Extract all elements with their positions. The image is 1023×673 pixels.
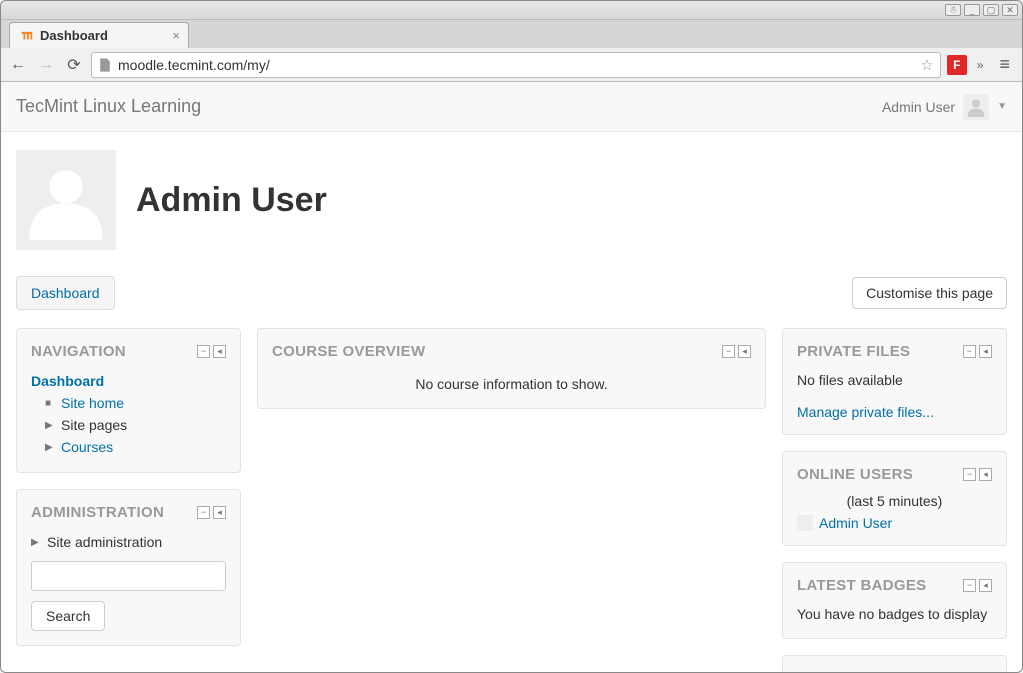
profile-avatar bbox=[16, 150, 116, 250]
private-files-title: PRIVATE FILES bbox=[797, 343, 910, 360]
admin-search-input[interactable] bbox=[31, 561, 226, 591]
admin-site-administration[interactable]: ▶Site administration bbox=[31, 531, 226, 553]
page-title: Admin User bbox=[136, 181, 327, 220]
nav-site-pages[interactable]: ▶Site pages bbox=[31, 414, 226, 436]
latest-badges-title: LATEST BADGES bbox=[797, 577, 926, 594]
calendar-title: CALENDAR bbox=[797, 670, 884, 672]
expand-icon: ▶ bbox=[31, 537, 41, 548]
url-input[interactable] bbox=[118, 57, 914, 73]
expand-icon: ▶ bbox=[45, 442, 55, 453]
manage-private-files-link[interactable]: Manage private files... bbox=[797, 404, 934, 420]
customise-page-button[interactable]: Customise this page bbox=[852, 277, 1007, 309]
navigation-block: NAVIGATION − ◂ Dashboard ■Site home ▶Sit… bbox=[16, 328, 241, 473]
page-header: Admin User bbox=[1, 132, 1022, 276]
avatar-icon bbox=[797, 515, 813, 531]
site-topnav: TecMint Linux Learning Admin User ▼ bbox=[1, 82, 1022, 132]
administration-block-title: ADMINISTRATION bbox=[31, 504, 164, 521]
url-field[interactable]: ☆ bbox=[91, 52, 941, 78]
private-files-block: PRIVATE FILES − ◂ No files available Man… bbox=[782, 328, 1007, 435]
block-dock-icon[interactable]: ◂ bbox=[738, 345, 751, 358]
user-menu-name: Admin User bbox=[882, 99, 955, 115]
latest-badges-block: LATEST BADGES − ◂ You have no badges to … bbox=[782, 562, 1007, 639]
block-hide-icon[interactable]: − bbox=[963, 579, 976, 592]
actions-row: Dashboard Customise this page bbox=[1, 276, 1022, 328]
breadcrumb: Dashboard bbox=[16, 276, 115, 310]
course-overview-block: COURSE OVERVIEW − ◂ No course informatio… bbox=[257, 328, 766, 409]
page-icon bbox=[98, 58, 112, 72]
breadcrumb-dashboard-link[interactable]: Dashboard bbox=[31, 285, 100, 301]
avatar-icon bbox=[963, 94, 989, 120]
right-column: PRIVATE FILES − ◂ No files available Man… bbox=[782, 328, 1007, 672]
calendar-block: CALENDAR − ◂ bbox=[782, 655, 1007, 672]
online-user-link[interactable]: Admin User bbox=[819, 515, 892, 531]
course-overview-title: COURSE OVERVIEW bbox=[272, 343, 425, 360]
maximize-button[interactable]: ▢ bbox=[983, 4, 999, 16]
admin-search-button[interactable]: Search bbox=[31, 601, 105, 631]
browser-tabbar: Dashboard × bbox=[1, 20, 1022, 48]
admin-tree: ▶Site administration bbox=[31, 531, 226, 553]
back-button[interactable]: ← bbox=[7, 54, 29, 76]
browser-address-bar: ← → ⟳ ☆ F » ≡ bbox=[1, 48, 1022, 82]
bullet-icon: ■ bbox=[45, 398, 55, 409]
block-hide-icon[interactable]: − bbox=[963, 468, 976, 481]
online-users-info: (last 5 minutes) bbox=[797, 493, 992, 515]
nav-site-home[interactable]: ■Site home bbox=[31, 392, 226, 414]
block-hide-icon[interactable]: − bbox=[963, 345, 976, 358]
online-users-title: ONLINE USERS bbox=[797, 466, 913, 483]
expand-icon: ▶ bbox=[45, 420, 55, 431]
close-window-button[interactable]: ✕ bbox=[1002, 4, 1018, 16]
block-dock-icon[interactable]: ◂ bbox=[213, 345, 226, 358]
close-tab-icon[interactable]: × bbox=[172, 28, 180, 43]
page-viewport[interactable]: TecMint Linux Learning Admin User ▼ Admi… bbox=[1, 82, 1022, 672]
os-titlebar: ☃ _ ▢ ✕ bbox=[1, 1, 1022, 20]
reload-button[interactable]: ⟳ bbox=[63, 54, 85, 76]
left-column: NAVIGATION − ◂ Dashboard ■Site home ▶Sit… bbox=[16, 328, 241, 662]
online-user-row: Admin User bbox=[797, 515, 992, 531]
block-hide-icon[interactable]: − bbox=[197, 345, 210, 358]
block-dock-icon[interactable]: ◂ bbox=[213, 506, 226, 519]
minimize-button[interactable]: _ bbox=[964, 4, 980, 16]
moodle-favicon-icon bbox=[20, 29, 34, 43]
flipboard-extension-icon[interactable]: F bbox=[947, 55, 967, 75]
block-dock-icon[interactable]: ◂ bbox=[979, 345, 992, 358]
online-users-block: ONLINE USERS − ◂ (last 5 minutes) Admin … bbox=[782, 451, 1007, 546]
page-body: TecMint Linux Learning Admin User ▼ Admi… bbox=[1, 82, 1022, 672]
browser-window: ☃ _ ▢ ✕ Dashboard × ← → ⟳ ☆ F » ≡ bbox=[0, 0, 1023, 673]
block-dock-icon[interactable]: ◂ bbox=[979, 468, 992, 481]
nav-courses[interactable]: ▶Courses bbox=[31, 436, 226, 458]
administration-block: ADMINISTRATION − ◂ ▶Site administration … bbox=[16, 489, 241, 646]
block-hide-icon[interactable]: − bbox=[722, 345, 735, 358]
site-brand[interactable]: TecMint Linux Learning bbox=[16, 96, 201, 117]
extensions-overflow-icon[interactable]: » bbox=[973, 58, 988, 72]
forward-button[interactable]: → bbox=[35, 54, 57, 76]
user-icon[interactable]: ☃ bbox=[945, 4, 961, 16]
block-hide-icon[interactable]: − bbox=[197, 506, 210, 519]
caret-down-icon: ▼ bbox=[997, 101, 1007, 112]
middle-column: COURSE OVERVIEW − ◂ No course informatio… bbox=[257, 328, 766, 425]
private-files-empty: No files available bbox=[797, 370, 992, 390]
navigation-block-title: NAVIGATION bbox=[31, 343, 126, 360]
content-columns: NAVIGATION − ◂ Dashboard ■Site home ▶Sit… bbox=[1, 328, 1022, 672]
bookmark-star-icon[interactable]: ☆ bbox=[920, 56, 933, 74]
hamburger-menu-icon[interactable]: ≡ bbox=[993, 54, 1016, 75]
nav-dashboard[interactable]: Dashboard bbox=[31, 370, 226, 392]
tab-title: Dashboard bbox=[40, 28, 108, 43]
block-dock-icon[interactable]: ◂ bbox=[979, 579, 992, 592]
user-menu[interactable]: Admin User ▼ bbox=[882, 94, 1007, 120]
latest-badges-empty: You have no badges to display bbox=[797, 604, 992, 624]
course-overview-empty: No course information to show. bbox=[272, 370, 751, 394]
navigation-tree: Dashboard ■Site home ▶Site pages ▶Course… bbox=[31, 370, 226, 458]
browser-tab[interactable]: Dashboard × bbox=[9, 22, 189, 48]
